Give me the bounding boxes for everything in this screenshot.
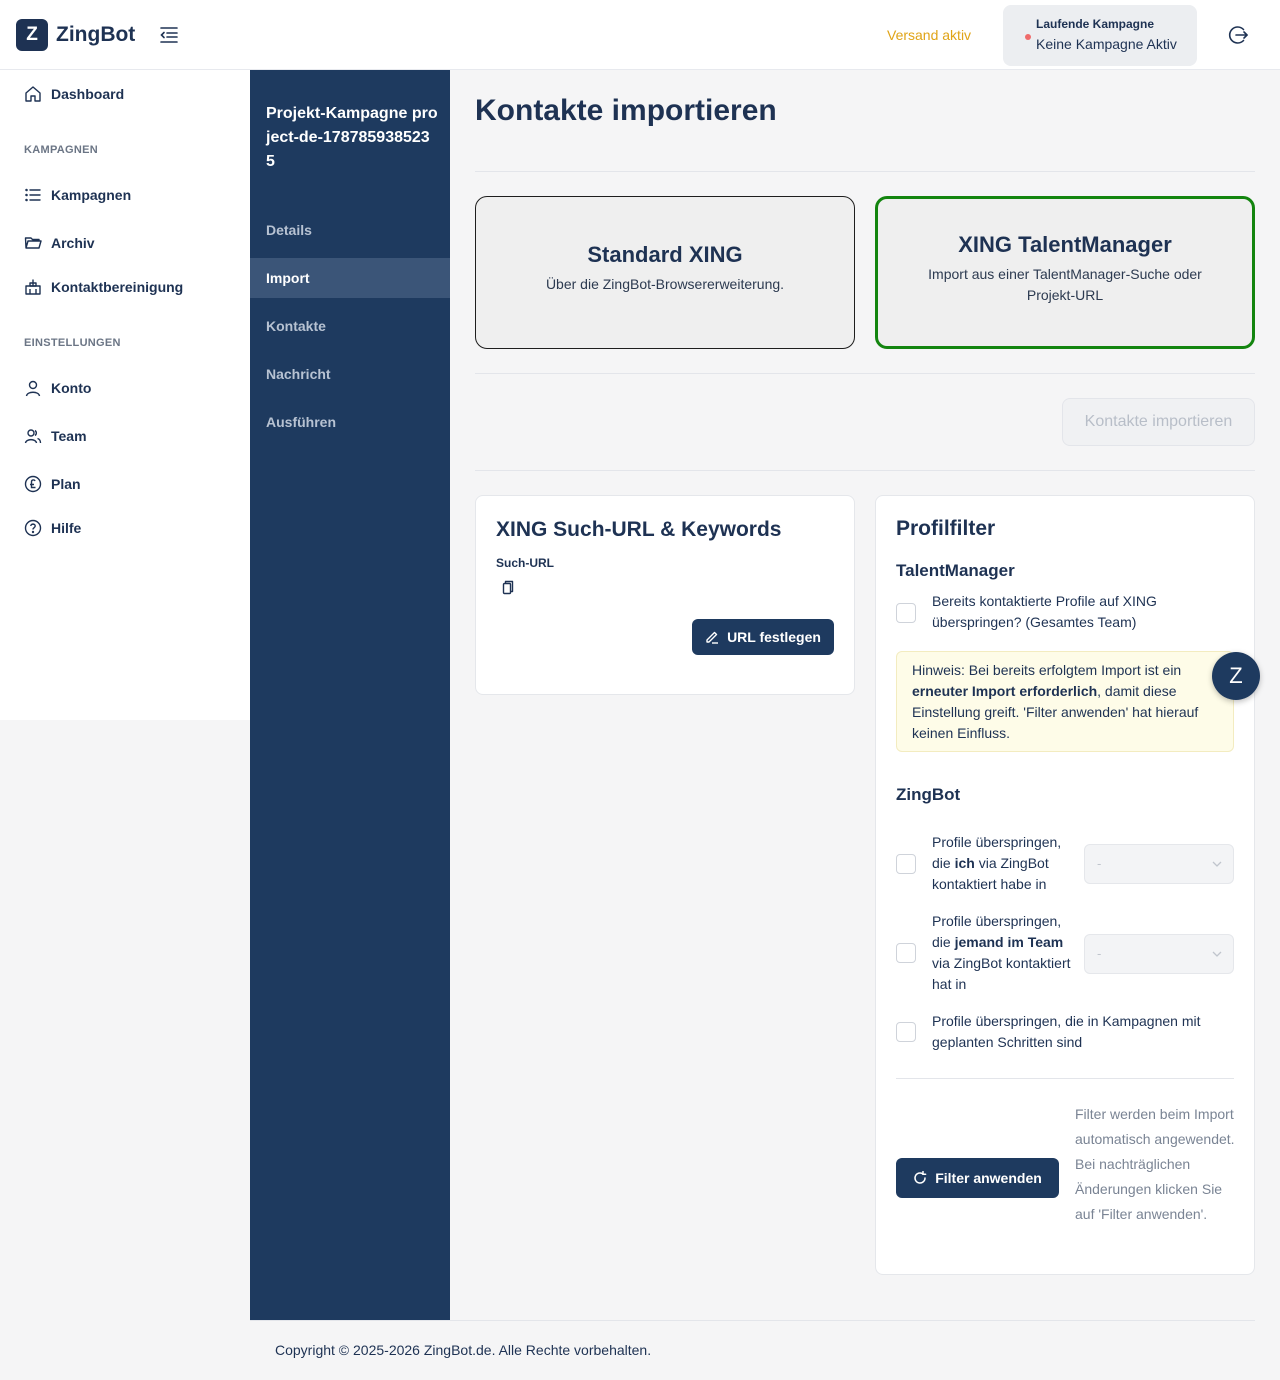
skip-contacted-xing-checkbox[interactable] [896, 603, 916, 623]
user-icon [25, 380, 41, 397]
option-title: XING TalentManager [958, 232, 1172, 257]
search-url-label: Such-URL [496, 556, 554, 570]
campaign-title: Projekt-Kampagne project-de-178785938523… [266, 105, 438, 170]
sidebar-item-account[interactable]: Konto [24, 377, 91, 399]
campaign-nav-details[interactable]: Details [250, 210, 450, 250]
sidebar-item-plan[interactable]: Plan [24, 473, 81, 495]
select-value: - [1097, 946, 1102, 961]
app-name[interactable]: ZingBot [56, 23, 135, 47]
campaign-nav-run[interactable]: Ausführen [250, 402, 450, 442]
checkbox-label: Profile überspringen, die in Kampagnen m… [932, 1013, 1201, 1050]
pound-coin-icon [24, 475, 42, 493]
option-description: Import aus einer TalentManager-Suche ode… [928, 266, 1202, 303]
running-campaign-label: Laufende Kampagne [1036, 17, 1155, 31]
sidebar-item-team[interactable]: Team [24, 425, 87, 447]
import-contacts-button[interactable]: Kontakte importieren [1062, 398, 1255, 446]
running-campaign-box: Laufende Kampagne Keine Kampagne Aktiv [1003, 5, 1197, 66]
search-url-panel: XING Such-URL & Keywords Such-URL URL fe… [475, 495, 855, 695]
refresh-icon [914, 1171, 927, 1184]
list-icon [25, 188, 41, 202]
chevron-down-icon [1212, 951, 1222, 957]
page-title: Kontakte importieren [475, 94, 777, 127]
option-xing-talentmanager[interactable]: XING TalentManager Import aus einer Tale… [875, 196, 1255, 349]
team-contacted-period-select[interactable]: - [1084, 934, 1234, 974]
footer-divider [250, 1320, 1255, 1321]
sidebar-section-campaigns: KAMPAGNEN [24, 144, 98, 156]
sidebar-item-contact-cleanup[interactable]: Kontaktbereinigung [24, 276, 183, 298]
divider [896, 1078, 1234, 1079]
divider [475, 171, 1255, 172]
checkbox-label: Profile überspringen, die ich via ZingBo… [932, 834, 1062, 892]
top-bar: Z ZingBot Versand aktiv Laufende Kampagn… [0, 0, 1280, 70]
copy-icon[interactable] [500, 580, 514, 596]
set-url-button[interactable]: URL festlegen [692, 619, 834, 655]
checkbox-label: Profile überspringen, die jemand im Team… [932, 913, 1071, 992]
zingbot-heading: ZingBot [896, 785, 961, 804]
sidebar-item-label: Konto [51, 380, 92, 396]
panel-title: Profilfilter [896, 517, 996, 540]
sidebar-item-label: Dashboard [51, 86, 125, 102]
sidebar-section-settings: EINSTELLUNGEN [24, 337, 121, 349]
campaign-nav-message[interactable]: Nachricht [250, 354, 450, 394]
hint-text: Hinweis: Bei bereits erfolgtem Import is… [912, 662, 1182, 678]
home-icon [25, 86, 41, 102]
sidebar-item-label: Plan [51, 476, 81, 492]
folder-icon [24, 237, 42, 249]
sending-status: Versand aktiv [887, 27, 972, 43]
edit-icon [706, 631, 719, 644]
cleanup-icon [25, 279, 41, 295]
hint-bold: erneuter Import erforderlich [912, 683, 1098, 699]
status-dot-icon [1025, 34, 1031, 40]
skip-team-contacted-checkbox[interactable] [896, 943, 916, 963]
campaign-nav: Projekt-Kampagne project-de-178785938523… [250, 70, 450, 1320]
sidebar-collapse-icon[interactable] [158, 24, 180, 46]
sidebar-item-dashboard[interactable]: Dashboard [24, 83, 124, 105]
button-label: Filter anwenden [935, 1170, 1042, 1186]
sidebar-item-label: Hilfe [51, 520, 82, 536]
filter-note: Filter werden beim Import automatisch an… [1075, 1106, 1235, 1222]
sidebar-item-label: Archiv [51, 235, 95, 251]
sidebar-item-campaigns[interactable]: Kampagnen [24, 184, 131, 206]
button-label: URL festlegen [727, 629, 821, 645]
divider [475, 470, 1255, 471]
footer-copyright: Copyright © 2025-2026 ZingBot.de. Alle R… [275, 1342, 652, 1358]
chevron-down-icon [1212, 861, 1222, 867]
hint-box: Hinweis: Bei bereits erfolgtem Import is… [896, 651, 1234, 752]
chat-button[interactable]: Z [1212, 652, 1260, 700]
select-value: - [1097, 856, 1102, 871]
option-title: Standard XING [587, 242, 743, 267]
option-description: Über die ZingBot-Browsererweiterung. [545, 276, 785, 292]
help-icon [24, 519, 42, 537]
skip-scheduled-campaigns-checkbox[interactable] [896, 1022, 916, 1042]
sidebar: Dashboard KAMPAGNEN Kampagnen Archiv Kon… [0, 70, 250, 720]
campaign-nav-import[interactable]: Import [250, 258, 450, 298]
sidebar-item-help[interactable]: Hilfe [24, 517, 81, 539]
sidebar-item-label: Kontaktbereinigung [51, 279, 184, 295]
users-icon [24, 429, 42, 444]
my-contacted-period-select[interactable]: - [1084, 844, 1234, 884]
sidebar-item-label: Kampagnen [51, 187, 132, 203]
panel-title: XING Such-URL & Keywords [496, 518, 782, 541]
talentmanager-heading: TalentManager [896, 561, 1015, 580]
sidebar-item-label: Team [51, 428, 87, 444]
option-standard-xing[interactable]: Standard XING Über die ZingBot-Browserer… [475, 196, 855, 349]
apply-filter-button[interactable]: Filter anwenden [896, 1158, 1059, 1198]
logout-icon[interactable] [1226, 23, 1250, 47]
checkbox-label: Bereits kontaktierte Profile auf XING üb… [932, 593, 1157, 630]
divider [475, 373, 1255, 374]
sidebar-item-archive[interactable]: Archiv [24, 232, 95, 254]
campaign-nav-contacts[interactable]: Kontakte [250, 306, 450, 346]
running-campaign-value: Keine Kampagne Aktiv [1036, 36, 1177, 52]
logo-icon[interactable]: Z [16, 19, 48, 51]
skip-my-contacted-checkbox[interactable] [896, 854, 916, 874]
